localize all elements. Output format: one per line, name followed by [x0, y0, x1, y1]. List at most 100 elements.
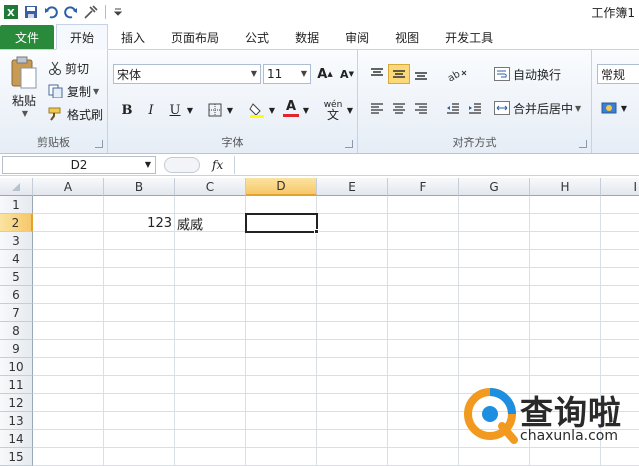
- align-middle-icon[interactable]: [388, 64, 410, 84]
- clipboard-launcher-icon[interactable]: [95, 140, 103, 148]
- select-all-corner[interactable]: [0, 178, 33, 196]
- paste-button[interactable]: 粘贴 ▼: [6, 56, 42, 118]
- merge-center-button[interactable]: 合并后居中 ▼: [494, 98, 581, 118]
- merge-dropdown-icon[interactable]: ▼: [575, 104, 581, 113]
- decrease-indent-icon[interactable]: [442, 98, 464, 118]
- number-format-combo[interactable]: 常规: [597, 64, 639, 84]
- borders-icon[interactable]: [204, 100, 226, 120]
- tab-data[interactable]: 数据: [282, 25, 332, 49]
- font-name-dropdown-icon[interactable]: ▼: [251, 69, 257, 78]
- tab-file[interactable]: 文件: [0, 25, 54, 49]
- column-header-f[interactable]: F: [388, 178, 459, 196]
- row-header-3[interactable]: 3: [0, 232, 33, 250]
- row-header-7[interactable]: 7: [0, 304, 33, 322]
- customize-tool-icon[interactable]: [82, 3, 100, 21]
- row-header-2[interactable]: 2: [0, 214, 33, 232]
- phonetic-guide-icon[interactable]: wén 文: [320, 100, 346, 121]
- copy-button[interactable]: 复制 ▼: [48, 81, 99, 101]
- formula-input[interactable]: [234, 156, 639, 174]
- font-color-icon[interactable]: A: [280, 98, 302, 118]
- font-launcher-icon[interactable]: [345, 140, 353, 148]
- tab-developer[interactable]: 开发工具: [432, 25, 506, 49]
- font-name-combo[interactable]: 宋体 ▼: [113, 64, 261, 84]
- tab-page-layout[interactable]: 页面布局: [158, 25, 232, 49]
- column-header-b[interactable]: B: [104, 178, 175, 196]
- tab-home[interactable]: 开始: [56, 24, 109, 50]
- alignment-launcher-icon[interactable]: [579, 140, 587, 148]
- fill-color-dropdown-icon[interactable]: ▼: [266, 100, 278, 120]
- paste-dropdown-icon[interactable]: ▼: [22, 109, 28, 118]
- font-color-dropdown-icon[interactable]: ▼: [300, 100, 312, 120]
- column-header-h[interactable]: H: [530, 178, 601, 196]
- fill-handle[interactable]: [314, 229, 319, 234]
- save-icon[interactable]: [22, 3, 40, 21]
- row-header-9[interactable]: 9: [0, 340, 33, 358]
- watermark-brand: 查询啦: [520, 393, 622, 432]
- accounting-format-icon[interactable]: [598, 98, 620, 118]
- italic-button[interactable]: I: [140, 100, 162, 120]
- gridline: [33, 339, 639, 340]
- font-color-glyph: A: [285, 98, 297, 114]
- column-header-a[interactable]: A: [33, 178, 104, 196]
- row-header-13[interactable]: 13: [0, 412, 33, 430]
- row-header-15[interactable]: 15: [0, 448, 33, 466]
- row-header-12[interactable]: 12: [0, 394, 33, 412]
- row-header-6[interactable]: 6: [0, 286, 33, 304]
- cell-c2[interactable]: 威威: [177, 214, 245, 233]
- row-header-11[interactable]: 11: [0, 376, 33, 394]
- increase-indent-icon[interactable]: [464, 98, 486, 118]
- font-group: 宋体 ▼ 11 ▼ A ▲ A ▼ B I U ▼ ▼ ▼ A ▼ wén 文 ▼ …: [108, 50, 358, 153]
- tab-view[interactable]: 视图: [382, 25, 432, 49]
- column-header-i[interactable]: I: [601, 178, 639, 196]
- tab-insert[interactable]: 插入: [108, 25, 158, 49]
- gridline: [103, 196, 104, 466]
- row-header-10[interactable]: 10: [0, 358, 33, 376]
- formula-bar-splitter[interactable]: [164, 157, 200, 173]
- tab-review[interactable]: 审阅: [332, 25, 382, 49]
- bold-button[interactable]: B: [116, 100, 138, 120]
- column-header-g[interactable]: G: [459, 178, 530, 196]
- redo-icon[interactable]: [62, 3, 80, 21]
- phonetic-dropdown-icon[interactable]: ▼: [344, 100, 356, 120]
- accounting-dropdown-icon[interactable]: ▼: [618, 98, 630, 118]
- fill-color-icon[interactable]: [246, 100, 268, 120]
- format-painter-button[interactable]: 格式刷: [48, 104, 103, 124]
- row-header-14[interactable]: 14: [0, 430, 33, 448]
- gridline: [174, 196, 175, 466]
- svg-text:ab: ab: [446, 69, 462, 81]
- column-header-e[interactable]: E: [317, 178, 388, 196]
- cut-button[interactable]: 剪切: [48, 58, 89, 78]
- gridline: [33, 267, 639, 268]
- cell-b2[interactable]: 123: [104, 214, 172, 232]
- font-size-dropdown-icon[interactable]: ▼: [301, 69, 307, 78]
- name-box-dropdown-icon[interactable]: ▼: [145, 160, 151, 169]
- column-header-d[interactable]: D: [246, 178, 317, 196]
- row-header-1[interactable]: 1: [0, 196, 33, 214]
- qat-dropdown-icon[interactable]: [109, 3, 127, 21]
- wrap-text-button[interactable]: 自动换行: [494, 64, 561, 84]
- copy-dropdown-icon[interactable]: ▼: [93, 87, 99, 96]
- align-top-icon[interactable]: [366, 64, 388, 84]
- align-center-icon[interactable]: [388, 98, 410, 118]
- row-header-4[interactable]: 4: [0, 250, 33, 268]
- copy-icon: [48, 84, 64, 98]
- column-header-c[interactable]: C: [175, 178, 246, 196]
- insert-function-icon[interactable]: fx: [212, 158, 223, 172]
- underline-dropdown-icon[interactable]: ▼: [184, 100, 196, 120]
- align-left-icon[interactable]: [366, 98, 388, 118]
- grow-font-icon[interactable]: A ▲: [314, 64, 336, 84]
- window-title: 工作簿1: [591, 6, 635, 20]
- font-size-combo[interactable]: 11 ▼: [263, 64, 311, 84]
- borders-dropdown-icon[interactable]: ▼: [224, 100, 236, 120]
- shrink-font-icon[interactable]: A ▼: [336, 64, 358, 84]
- active-cell-d2[interactable]: [245, 213, 318, 233]
- underline-button[interactable]: U: [164, 100, 186, 120]
- align-bottom-icon[interactable]: [410, 64, 432, 84]
- align-right-icon[interactable]: [410, 98, 432, 118]
- name-box[interactable]: D2 ▼: [2, 156, 156, 174]
- row-header-8[interactable]: 8: [0, 322, 33, 340]
- tab-formulas[interactable]: 公式: [232, 25, 282, 49]
- orientation-icon[interactable]: ab: [442, 64, 472, 84]
- undo-icon[interactable]: [42, 3, 60, 21]
- row-header-5[interactable]: 5: [0, 268, 33, 286]
